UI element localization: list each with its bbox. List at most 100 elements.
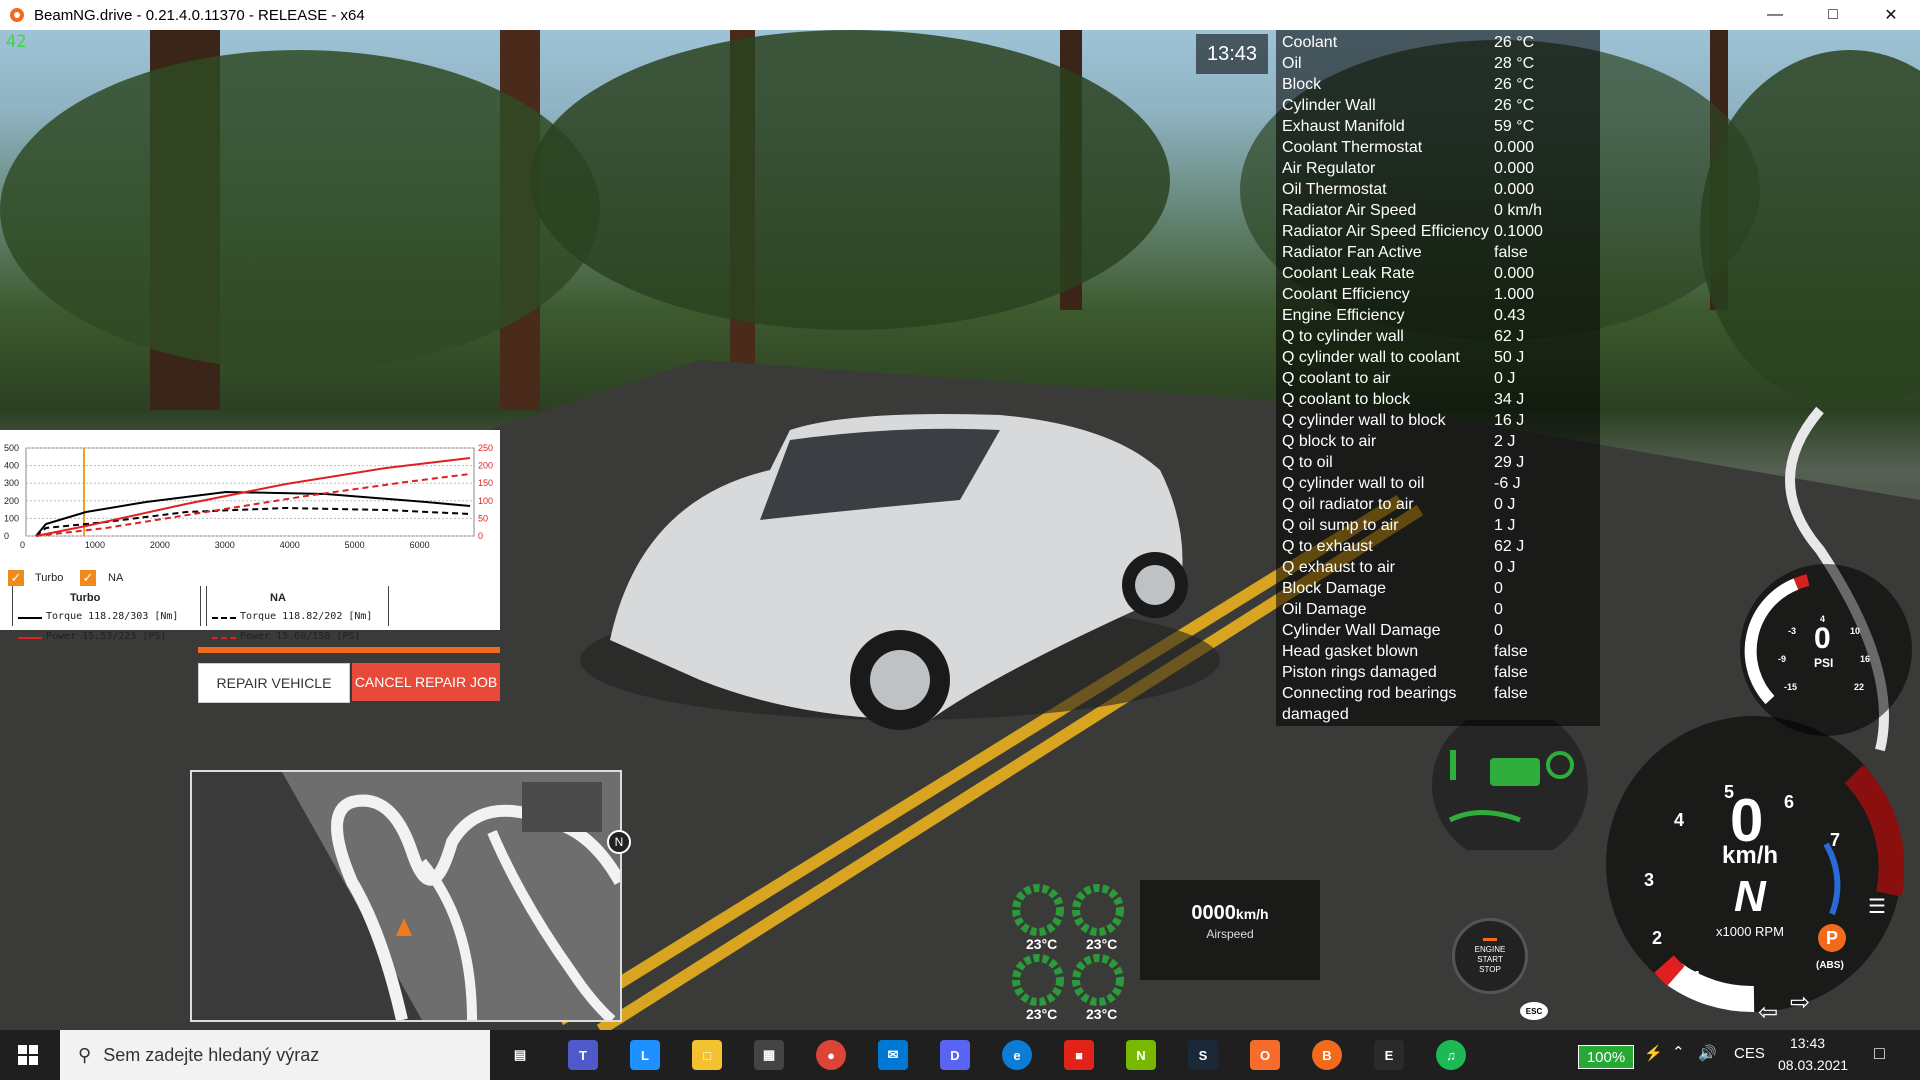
thermal-value: 0.1000	[1494, 223, 1543, 240]
boost-unit: PSI	[1814, 656, 1834, 670]
discord-icon[interactable]: D	[940, 1040, 970, 1070]
thermal-label: Exhaust Manifold	[1282, 118, 1405, 135]
rpm-tick-label: 0	[20, 540, 25, 548]
game-clock: 13:43	[1196, 34, 1268, 74]
thermal-label: Q to oil	[1282, 454, 1333, 471]
warning-lights-cluster	[1432, 720, 1588, 850]
rpm-gauge-tick: 7	[1830, 830, 1841, 850]
thermal-label: Q to exhaust	[1282, 538, 1373, 555]
spotify-icon[interactable]: ♫	[1436, 1040, 1466, 1070]
thermal-row: Q oil sump to air 1 J	[1282, 515, 1602, 536]
minimap[interactable]	[190, 770, 622, 1022]
lively-icon[interactable]: L	[630, 1040, 660, 1070]
beamng-taskbar-icon[interactable]: B	[1312, 1040, 1342, 1070]
thermal-value: false	[1494, 664, 1528, 681]
maximize-button[interactable]: □	[1804, 0, 1862, 30]
battery-indicator[interactable]: 100%	[1578, 1045, 1634, 1069]
speed-unit: km/h	[1722, 842, 1779, 869]
thermal-row: Piston rings damaged false	[1282, 662, 1602, 683]
power-tick-label: 0	[478, 531, 483, 541]
steam-icon[interactable]: S	[1188, 1040, 1218, 1070]
language-indicator[interactable]: CES	[1734, 1045, 1765, 1062]
rpm-tick-label: 2000	[150, 540, 170, 548]
thermal-row: Q to oil 29 J	[1282, 452, 1602, 473]
boost-gauge-tick: 10	[1850, 626, 1861, 636]
dyno-graph-panel: 500 250 400 200 300 150 200 100 100 50 0 0 0 1000 2000…	[0, 430, 500, 642]
mail-icon[interactable]: ✉	[878, 1040, 908, 1070]
na-power-swatch	[212, 637, 236, 639]
game-viewport[interactable]: 42 13:43 Coolant 26 °C Oil 28 °C Block 26 °C C…	[0, 30, 1920, 1030]
thermal-row: Radiator Air Speed Efficiency 0.1000	[1282, 221, 1602, 242]
thermal-label: Coolant Efficiency	[1282, 286, 1410, 303]
rpm-gauge-tick: 6	[1784, 792, 1795, 812]
rpm-gauge-tick: 2	[1652, 928, 1663, 948]
airspeed-label: Airspeed	[1206, 927, 1254, 941]
airspeed-unit: km/h	[1235, 906, 1269, 922]
thermal-row: Block Damage 0	[1282, 578, 1602, 599]
stop-label: STOP	[1479, 964, 1501, 974]
start-button-icon[interactable]	[18, 1045, 38, 1065]
chrome-icon[interactable]: ●	[816, 1040, 846, 1070]
thermal-value: 0.43	[1494, 307, 1526, 324]
charging-icon: ⚡	[1644, 1045, 1663, 1062]
nvidia-icon[interactable]: N	[1126, 1040, 1156, 1070]
turbo-torque-swatch	[18, 617, 42, 619]
thermal-label: Q block to air	[1282, 433, 1377, 450]
airspeed-value: 0000	[1191, 902, 1236, 924]
thermal-label: Q coolant to block	[1282, 391, 1411, 408]
thermal-value: 16 J	[1494, 412, 1525, 429]
epic-games-icon[interactable]: E	[1374, 1040, 1404, 1070]
turbo-checkbox-label: Turbo	[35, 572, 64, 584]
turbo-power-value: Power 15.53/223 [PS]	[46, 631, 167, 642]
minimize-button[interactable]: —	[1746, 0, 1804, 30]
thermal-value: 26 °C	[1494, 34, 1535, 51]
thermal-label: Radiator Air Speed	[1282, 202, 1417, 219]
cancel-repair-job-button[interactable]: CANCEL REPAIR JOB	[352, 663, 500, 701]
thermal-value: 26 °C	[1494, 76, 1535, 93]
thermal-label: Coolant Leak Rate	[1282, 265, 1415, 282]
thermal-row: Q coolant to block 34 J	[1282, 389, 1602, 410]
thermal-label: damaged	[1282, 706, 1349, 723]
thermal-row: Coolant Leak Rate 0.000	[1282, 263, 1602, 284]
thermal-label: Coolant Thermostat	[1282, 139, 1423, 156]
repair-vehicle-button[interactable]: REPAIR VEHICLE	[198, 663, 350, 703]
volume-icon[interactable]: 🔊	[1698, 1044, 1717, 1062]
search-icon: ⚲	[78, 1044, 92, 1065]
na-checkbox[interactable]: ✓	[80, 570, 96, 586]
engine-thermals-panel: Coolant 26 °C Oil 28 °C Block 26 °C Cylinder W…	[1276, 30, 1600, 726]
rpm-gauge-tick: 1	[1692, 968, 1703, 988]
store-icon[interactable]: ▦	[754, 1040, 784, 1070]
taskbar-date[interactable]: 08.03.2021	[1778, 1057, 1848, 1073]
na-power-line	[35, 473, 471, 537]
power-tick-label: 50	[478, 513, 488, 523]
teams-icon[interactable]: T	[568, 1040, 598, 1070]
task-view-icon[interactable]: ▤	[505, 1040, 535, 1070]
engine-start-stop-button[interactable]: ENGINE START STOP	[1452, 918, 1528, 994]
turbo-torque-value: Torque 118.28/303 [Nm]	[46, 611, 179, 622]
notifications-icon[interactable]: □	[1874, 1043, 1885, 1064]
turbo-checkbox[interactable]: ✓	[8, 570, 24, 586]
taskbar-time[interactable]: 13:43	[1790, 1035, 1825, 1051]
window-titlebar: BeamNG.drive - 0.21.4.0.11370 - RELEASE …	[0, 0, 1920, 30]
edge-icon[interactable]: e	[1002, 1040, 1032, 1070]
taskbar-search-input[interactable]: ⚲ Sem zadejte hledaný výraz	[60, 1030, 490, 1080]
legend-divider	[12, 586, 13, 626]
tray-expand-icon[interactable]: ⌃	[1672, 1043, 1685, 1061]
file-explorer-icon[interactable]: □	[692, 1040, 722, 1070]
thermal-label: Coolant	[1282, 34, 1338, 51]
thermal-label: Block	[1282, 76, 1322, 93]
tire-temp-fl: 23°C	[1026, 936, 1058, 952]
engine-label: ENGINE	[1474, 944, 1506, 954]
close-button[interactable]: ✕	[1862, 0, 1920, 30]
na-checkbox-label: NA	[108, 572, 124, 584]
thermal-value: 0.000	[1494, 139, 1535, 156]
origin-icon[interactable]: O	[1250, 1040, 1280, 1070]
thermal-row: Coolant Thermostat 0.000	[1282, 137, 1602, 158]
coolant-temp-icon	[1450, 750, 1456, 780]
turn-right-icon: ⇨	[1790, 989, 1811, 1016]
torque-power-chart: 500 250400 200300 150200 100100 500 00 1000 2000…	[4, 443, 493, 548]
boost-gauge-tick: -9	[1778, 654, 1787, 664]
roblox-icon[interactable]: ■	[1064, 1040, 1094, 1070]
rpm-unit: x1000 RPM	[1716, 924, 1784, 939]
thermal-value: 50 J	[1494, 349, 1525, 366]
